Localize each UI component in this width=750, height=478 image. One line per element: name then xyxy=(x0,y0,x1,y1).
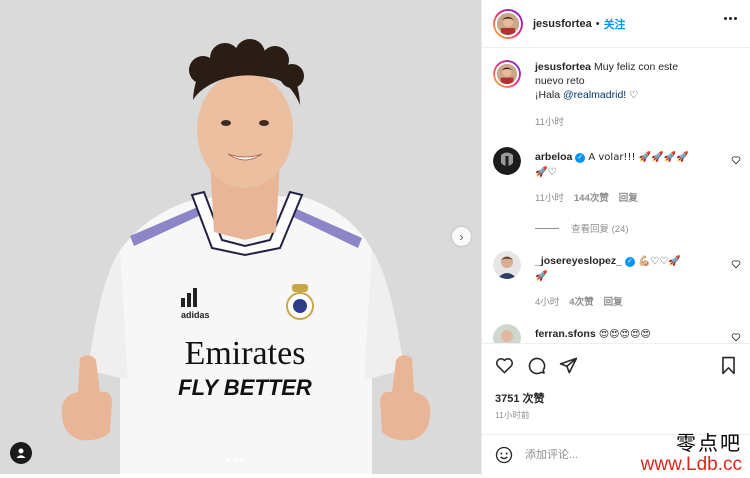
caption: jesusfortea Muy feliz con este nuevo reto… xyxy=(493,60,743,128)
caption-username[interactable]: jesusfortea xyxy=(535,61,591,73)
carousel-dots xyxy=(226,458,244,462)
commenter-avatar[interactable] xyxy=(493,147,521,175)
comment-item: ferran.sfons 😍😍😍😍😍 xyxy=(493,324,743,343)
mention-link[interactable]: @realmadrid! xyxy=(563,89,626,101)
watermark-cn-text: 零点吧 xyxy=(676,431,742,455)
sponsor-line1-text: Emirates xyxy=(185,335,306,372)
commenter-avatar[interactable] xyxy=(493,251,521,279)
player-photo: adidas Emirates FLY BETTER xyxy=(0,0,481,474)
caption-time[interactable]: 11小时 xyxy=(535,114,564,128)
watermark-url-text: www.Ldb.cc xyxy=(640,454,742,475)
carousel-dot xyxy=(226,458,230,462)
like-comment-heart-icon[interactable] xyxy=(731,155,741,165)
comment-likes[interactable]: 144次赞 xyxy=(574,190,609,204)
post-actions: 3751 次赞 11小时前 xyxy=(482,343,750,434)
comment-likes[interactable]: 4次赞 xyxy=(569,294,593,308)
comment-text: 💪🏼♡♡🚀 xyxy=(637,256,681,267)
post-timestamp[interactable]: 11小时前 xyxy=(495,409,529,421)
carousel-dot xyxy=(233,458,237,462)
more-icon[interactable] xyxy=(724,17,737,20)
like-comment-heart-icon[interactable] xyxy=(731,259,741,269)
author-username[interactable]: jesusfortea xyxy=(533,18,592,30)
emoji-icon[interactable] xyxy=(495,446,513,464)
heart-emoji: ♡ xyxy=(629,90,639,101)
adidas-logo-text: adidas xyxy=(181,310,210,320)
comment-icon[interactable] xyxy=(527,356,546,375)
comment-item: _josereyeslopez_ ✓ 💪🏼♡♡🚀 🚀 4小时 4次赞 回复 xyxy=(493,251,743,308)
post-photo[interactable]: adidas Emirates FLY BETTER › xyxy=(0,0,481,474)
tag-user-icon xyxy=(16,448,26,458)
caption-text-2: nuevo reto xyxy=(535,75,585,87)
commenter-username[interactable]: arbeloa xyxy=(535,151,572,163)
share-icon[interactable] xyxy=(559,356,578,375)
reply-button[interactable]: 回复 xyxy=(604,294,623,308)
comment-item: arbeloa ✓ A volar!!! 🚀🚀🚀🚀 🚀♡ 11小时 144次赞 回复 xyxy=(493,147,743,204)
post-header: jesusfortea • 关注 xyxy=(482,0,750,48)
verified-badge-icon: ✓ xyxy=(575,153,586,163)
follow-button[interactable]: 关注 xyxy=(604,16,626,32)
comment-text-2: 🚀♡ xyxy=(535,167,557,178)
comment-text-2: 🚀 xyxy=(535,271,548,282)
site-watermark: 零点吧 www.Ldb.cc xyxy=(641,433,742,474)
comment-time[interactable]: 4小时 xyxy=(535,294,559,308)
caption-text-3: ¡Hala xyxy=(535,89,564,101)
verified-badge-icon: ✓ xyxy=(624,257,635,267)
bookmark-icon[interactable] xyxy=(720,356,737,375)
tag-user-button[interactable] xyxy=(10,442,32,464)
comment-input[interactable] xyxy=(525,448,645,461)
sponsor-line2-text: FLY BETTER xyxy=(178,375,312,400)
next-photo-button[interactable]: › xyxy=(452,227,471,246)
commenter-username[interactable]: ferran.sfons xyxy=(535,328,596,340)
comment-time[interactable]: 11小时 xyxy=(535,190,564,204)
caption-avatar[interactable] xyxy=(493,60,521,88)
heart-icon[interactable] xyxy=(495,356,514,375)
author-avatar[interactable] xyxy=(493,8,523,39)
comments-list[interactable]: jesusfortea Muy feliz con este nuevo reto… xyxy=(482,48,750,343)
header-separator: • xyxy=(595,17,600,30)
chevron-right-icon: › xyxy=(459,229,464,244)
view-replies-button[interactable]: 查看回复 (24) xyxy=(535,221,629,235)
view-replies-label: 查看回复 (24) xyxy=(571,224,629,235)
caption-text: Muy feliz con este xyxy=(594,61,679,73)
commenter-username[interactable]: _josereyeslopez_ xyxy=(535,255,622,267)
comment-text: A volar!!! 🚀🚀🚀🚀 xyxy=(588,152,689,163)
post-side-panel: jesusfortea • 关注 jesusfortea Muy feliz co… xyxy=(481,0,750,478)
comment-text: 😍😍😍😍😍 xyxy=(598,329,651,340)
carousel-dot xyxy=(240,458,244,462)
like-comment-heart-icon[interactable] xyxy=(731,332,741,342)
likes-count[interactable]: 3751 次赞 xyxy=(495,390,545,406)
reply-button[interactable]: 回复 xyxy=(619,190,638,204)
commenter-avatar[interactable] xyxy=(493,324,521,343)
